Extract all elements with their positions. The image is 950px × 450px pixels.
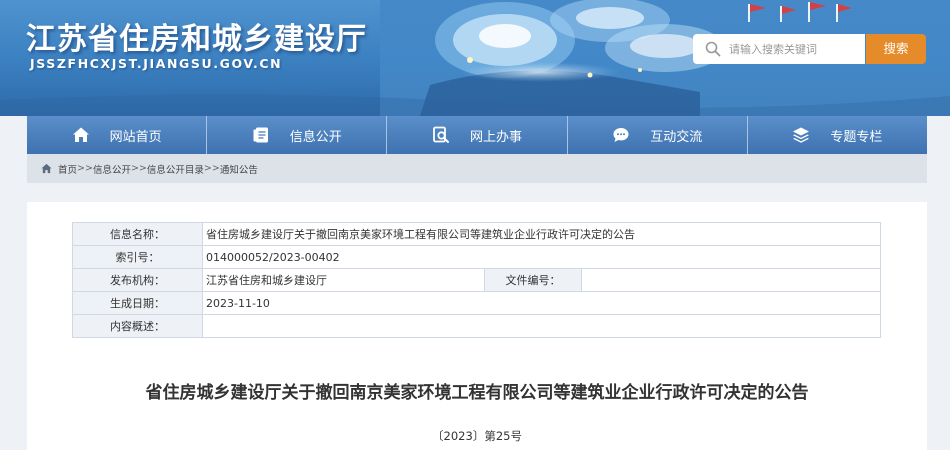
breadcrumb-item-home[interactable]: 首页	[58, 162, 77, 176]
nav-item-label: 信息公开	[289, 129, 342, 145]
breadcrumb-item-info-disclosure[interactable]: 信息公开	[93, 162, 131, 176]
document-icon	[253, 127, 268, 143]
info-metadata-table: 信息名称： 省住房城乡建设厅关于撤回南京美家环境工程有限公司等建筑业企业行政许可…	[72, 222, 882, 338]
table-row: 索引号： 014000052/2023-00402	[72, 245, 882, 269]
main-content: 信息名称： 省住房城乡建设厅关于撤回南京美家环境工程有限公司等建筑业企业行政许可…	[27, 202, 927, 450]
document-number-label: 文件编号：	[484, 268, 582, 292]
table-row: 生成日期： 2023-11-10	[72, 291, 882, 315]
generated-date-label: 生成日期：	[72, 291, 203, 315]
layers-icon	[793, 127, 810, 143]
nav-item-home[interactable]: 网站首页	[27, 116, 208, 154]
search-input[interactable]	[727, 41, 861, 57]
nav-item-label: 网站首页	[109, 129, 162, 145]
content-summary-label: 内容概述：	[72, 314, 203, 338]
breadcrumb-separator: >>	[77, 163, 93, 174]
chat-icon	[613, 128, 629, 142]
breadcrumb-home-icon	[41, 163, 52, 174]
nav-item-special-topics[interactable]: 专题专栏	[747, 116, 928, 154]
home-icon	[72, 127, 89, 142]
index-number-label: 索引号：	[72, 245, 203, 269]
table-row: 内容概述：	[72, 314, 882, 338]
info-name-label: 信息名称：	[72, 222, 203, 246]
index-number-value: 014000052/2023-00402	[201, 245, 882, 269]
breadcrumb-separator: >>	[130, 163, 147, 174]
breadcrumb-separator: >>	[203, 163, 220, 174]
nav-item-online-services[interactable]: 网上办事	[387, 116, 568, 154]
nav-item-interaction[interactable]: 互动交流	[567, 116, 748, 154]
nav-item-label: 专题专栏	[830, 129, 883, 145]
content-summary-value	[201, 314, 882, 338]
header-banner: 江苏省住房和城乡建设厅 JSSZFHCXJST.JIANGSU.GOV.CN 搜…	[0, 0, 950, 116]
nav-item-info-disclosure[interactable]: 信息公开	[207, 116, 388, 154]
search-icon	[705, 41, 721, 57]
search-button[interactable]: 搜索	[866, 34, 926, 64]
document-number-value	[580, 268, 882, 292]
breadcrumb: 首页 >> 信息公开 >> 信息公开目录 >> 通知公告	[27, 154, 927, 183]
nav-item-label: 互动交流	[650, 129, 703, 145]
site-url: JSSZFHCXJST.JIANGSU.GOV.CN	[30, 56, 283, 71]
search-box[interactable]	[693, 34, 865, 64]
main-nav: 网站首页 信息公开 网上办事 互动交流 专题专栏	[27, 116, 928, 154]
search-doc-icon	[433, 126, 449, 143]
table-row: 信息名称： 省住房城乡建设厅关于撤回南京美家环境工程有限公司等建筑业企业行政许可…	[72, 222, 882, 246]
site-title[interactable]: 江苏省住房和城乡建设厅	[26, 14, 367, 58]
publisher-value: 江苏省住房和城乡建设厅	[202, 268, 485, 292]
nav-item-label: 网上办事	[470, 129, 523, 145]
article-title: 省住房城乡建设厅关于撤回南京美家环境工程有限公司等建筑业企业行政许可决定的公告	[145, 383, 809, 403]
table-row: 发布机构： 江苏省住房和城乡建设厅 文件编号：	[72, 268, 882, 292]
info-name-value: 省住房城乡建设厅关于撤回南京美家环境工程有限公司等建筑业企业行政许可决定的公告	[201, 222, 882, 246]
generated-date-value: 2023-11-10	[201, 291, 882, 315]
breadcrumb-item-info-catalog[interactable]: 信息公开目录	[147, 162, 204, 176]
publisher-label: 发布机构：	[72, 268, 203, 292]
breadcrumb-item-notices[interactable]: 通知公告	[220, 162, 258, 176]
article-document-number: 〔2023〕第25号	[432, 429, 522, 443]
